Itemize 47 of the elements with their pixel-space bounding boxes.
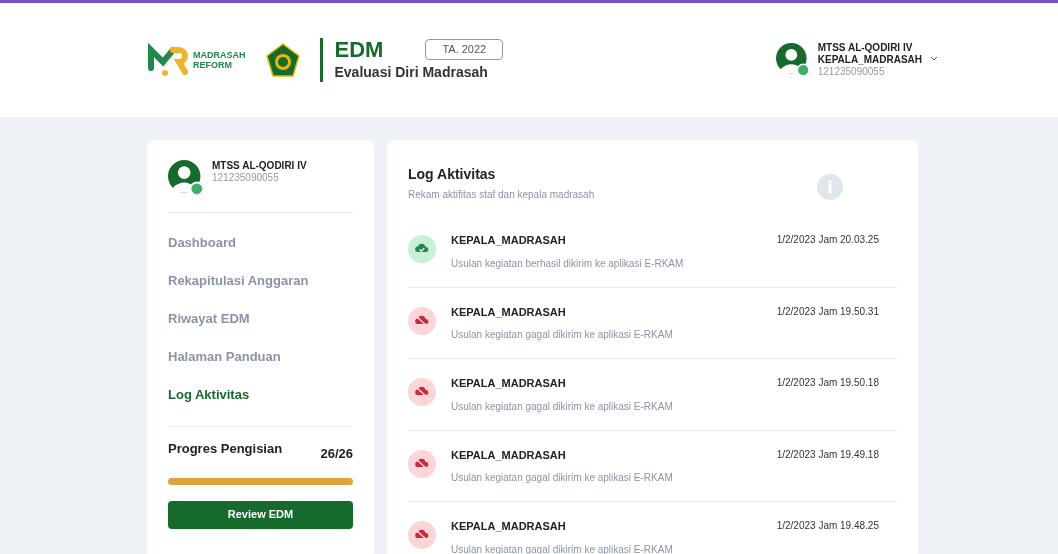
log-message: Usulan kegiatan gagal dikirim ke aplikasi E-RKAM [451,542,674,554]
cloud-off-icon [408,449,436,478]
school-id: 121235090055 [212,172,280,184]
log-user: KEPALA_MADRASAH [451,519,567,534]
review-button[interactable]: Review EDM [168,500,353,529]
log-time: 1/2/2023 Jam 19.49.18 [776,447,879,462]
app-subtitle: Evaluasi Diri Madrasah [334,62,489,82]
log-user: KEPALA_MADRASAH [451,376,567,391]
cloud-off-icon [408,521,436,549]
logo-text: MADRASAH [193,50,246,60]
log-subtitle: Rekam aktifitas staf dan kepala madrasah [408,188,595,202]
year-badge: TA. 2022 [425,39,504,60]
progress-label: Progres Pengisian [168,440,283,458]
info-icon[interactable] [817,174,843,200]
cloud-off-icon [408,306,436,335]
user-id: 121235090055 [817,66,886,78]
user-role: KEPALA_MADRASAH [817,54,922,66]
log-title: Log Aktivitas [408,165,497,184]
log-user: KEPALA_MADRASAH [451,233,567,248]
sidebar-item[interactable]: Dashboard [168,234,353,252]
progress-count: 26/26 [320,445,353,463]
user-avatar-icon [775,43,810,77]
log-message: Usulan kegiatan berhasil dikirim ke aplikasi E-RKAM [451,256,685,271]
user-name: MTSS AL-QODIRI IV [817,42,914,54]
log-user: KEPALA_MADRASAH [451,447,567,463]
app-name: EDM [334,37,384,62]
log-time: 1/2/2023 Jam 19.48.25 [776,519,879,533]
chevron-down-icon [930,56,938,62]
emblem-icon [265,43,300,77]
sidebar-item[interactable]: Riwayat EDM [168,310,353,328]
log-time: 1/2/2023 Jam 19.50.18 [776,376,879,390]
log-message: Usulan kegiatan gagal dikirim ke aplikasi E-RKAM [451,399,674,414]
sidebar-item[interactable]: Log Aktivitas [168,386,353,404]
mr-logo-icon [147,42,189,78]
sidebar-item[interactable]: Rekapitulasi Anggaran [168,272,353,290]
cloud-check-icon [408,235,436,263]
log-message: Usulan kegiatan gagal dikirim ke aplikasi E-RKAM [451,471,674,485]
logo-text: REFORM [193,60,233,70]
log-message: Usulan kegiatan gagal dikirim ke aplikasi E-RKAM [451,328,674,342]
log-time: 1/2/2023 Jam 20.03.25 [776,233,879,247]
school-name: MTSS AL-QODIRI IV [212,160,307,172]
sidebar-item[interactable]: Halaman Panduan [168,348,353,366]
log-user: KEPALA_MADRASAH [451,304,567,320]
user-avatar-icon [168,160,204,196]
user-menu[interactable]: MTSS AL-QODIRI IV KEPALA_MADRASAH 121235090055 [775,42,938,78]
cloud-off-icon [408,378,436,406]
log-time: 1/2/2023 Jam 19.50.31 [776,304,879,319]
